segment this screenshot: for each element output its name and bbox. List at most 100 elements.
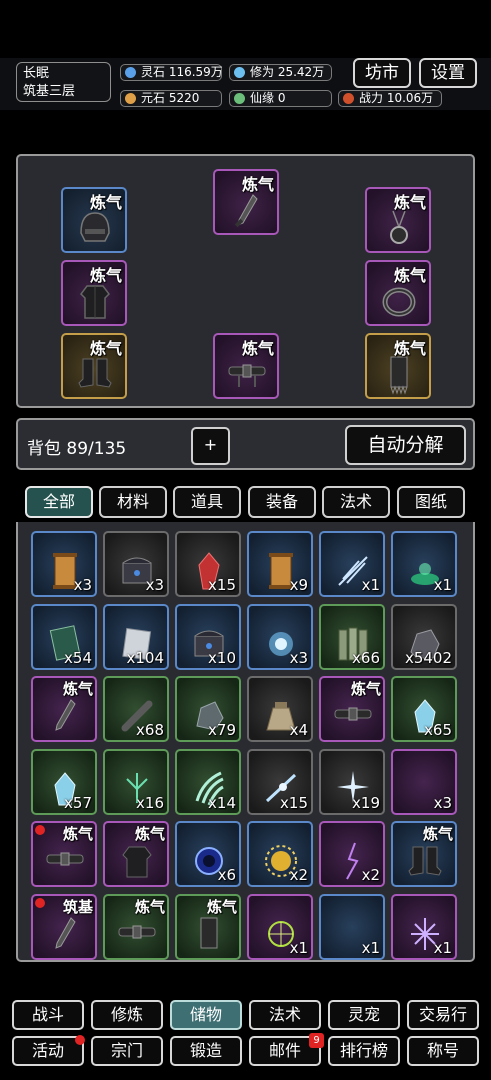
- nav-sect-button[interactable]: 宗门: [91, 1036, 163, 1066]
- nav-label: 宗门: [110, 1041, 143, 1060]
- nav-rankings-button[interactable]: 排行榜: [328, 1036, 400, 1066]
- inventory-item[interactable]: 炼气: [103, 821, 169, 887]
- auto-decompose-button[interactable]: 自动分解: [345, 425, 466, 465]
- inventory-item[interactable]: x3: [391, 748, 457, 815]
- inventory-item[interactable]: x3: [103, 531, 169, 597]
- nav-battle-button[interactable]: 战斗: [12, 1000, 84, 1030]
- inventory-item[interactable]: x2: [247, 821, 313, 887]
- inventory-item[interactable]: 炼气: [103, 893, 169, 960]
- nav-label: 交易行: [418, 1005, 467, 1024]
- inventory-item[interactable]: 筑基: [31, 893, 97, 960]
- expand-bag-button[interactable]: +: [191, 427, 230, 465]
- belt-icon: [46, 852, 84, 866]
- equip-slot-boots[interactable]: 炼气: [61, 333, 127, 399]
- boots-icon: [408, 846, 442, 876]
- nav-events-button[interactable]: 活动: [12, 1035, 85, 1066]
- inventory-item[interactable]: x66: [319, 603, 385, 670]
- inventory-item[interactable]: x65: [391, 676, 457, 742]
- inventory-item[interactable]: x68: [103, 676, 169, 742]
- cultivation-icon: [234, 67, 245, 78]
- inventory-item[interactable]: x1: [247, 893, 313, 960]
- inventory-item[interactable]: x4: [247, 676, 313, 742]
- inventory-item[interactable]: x14: [175, 748, 241, 815]
- inventory-item[interactable]: x6: [175, 821, 241, 887]
- zhanli-stat: 战力 10.06万: [338, 90, 442, 107]
- xianyuan-stat: 仙缘 0: [229, 90, 332, 107]
- item-count: x65: [424, 721, 452, 739]
- tab-blueprints[interactable]: 图纸: [397, 486, 465, 518]
- inventory-item[interactable]: x2: [319, 821, 385, 887]
- inventory-item[interactable]: x1: [391, 531, 457, 597]
- tab-equipment[interactable]: 装备: [248, 486, 316, 518]
- item-count: x57: [64, 793, 92, 812]
- equip-slot-amulet[interactable]: 炼气: [365, 187, 431, 253]
- equip-slot-armor[interactable]: 炼气: [61, 260, 127, 326]
- inventory-item[interactable]: x79: [175, 676, 241, 742]
- nav-label: 活动: [31, 1041, 64, 1060]
- item-count: x19: [352, 793, 380, 812]
- item-count: x104: [126, 648, 164, 667]
- inventory-item[interactable]: x104: [103, 603, 169, 670]
- inventory-item[interactable]: x1: [391, 893, 457, 960]
- nav-mail-button[interactable]: 邮件 9: [249, 1033, 324, 1066]
- nav-trade-button[interactable]: 交易行: [407, 1000, 479, 1030]
- tab-spells[interactable]: 法术: [322, 486, 390, 518]
- equip-tier-tag: 炼气: [241, 175, 274, 194]
- mail-count-badge: 9: [309, 1033, 324, 1048]
- item-count: x1: [289, 938, 308, 957]
- origin-stone-icon: [125, 93, 136, 104]
- inventory-item[interactable]: 炼气: [319, 676, 385, 742]
- inventory-item[interactable]: x5402: [391, 603, 457, 670]
- inventory-item[interactable]: x16: [103, 748, 169, 815]
- inventory-item[interactable]: x3: [247, 603, 313, 670]
- tab-props[interactable]: 道具: [173, 486, 241, 518]
- inventory-item[interactable]: 炼气: [391, 821, 457, 887]
- item-tier-tag: 炼气: [134, 825, 165, 843]
- nav-cultivate-button[interactable]: 修炼: [91, 1000, 163, 1030]
- equip-tier-tag: 炼气: [393, 339, 426, 358]
- player-info[interactable]: 长眠 筑基三层: [16, 62, 111, 102]
- inventory-item[interactable]: x3: [31, 531, 97, 597]
- new-item-dot: [35, 825, 45, 835]
- item-tier-tag: 炼气: [134, 897, 165, 916]
- inventory-item[interactable]: x15: [175, 531, 241, 597]
- inventory-item[interactable]: x19: [319, 748, 385, 815]
- tab-all[interactable]: 全部: [25, 486, 93, 518]
- item-tier-tag: 炼气: [422, 825, 453, 843]
- nav-storage-button[interactable]: 储物: [170, 1000, 242, 1030]
- item-count: x10: [208, 648, 236, 667]
- item-count: x2: [361, 866, 380, 884]
- item-count: x14: [208, 793, 236, 812]
- nav-label: 战斗: [31, 1005, 64, 1024]
- tab-materials[interactable]: 材料: [99, 486, 167, 518]
- inventory-item[interactable]: 炼气: [31, 676, 97, 742]
- inventory-item[interactable]: x1: [319, 893, 385, 960]
- yuanshi-value: 元石 5220: [141, 91, 200, 105]
- inventory-item[interactable]: 炼气: [31, 821, 97, 887]
- equip-slot-helmet[interactable]: 炼气: [61, 187, 127, 253]
- inventory-item[interactable]: x1: [319, 531, 385, 597]
- xianyuan-value: 仙缘 0: [250, 91, 286, 105]
- combat-power-icon: [343, 93, 354, 104]
- equip-slot-talisman[interactable]: 炼气: [365, 333, 431, 399]
- settings-button[interactable]: 设置: [419, 58, 477, 88]
- inventory-item[interactable]: x15: [247, 748, 313, 815]
- market-button[interactable]: 坊市: [353, 58, 411, 88]
- equip-tier-tag: 炼气: [89, 339, 122, 358]
- item-tier-tag: 筑基: [62, 897, 93, 916]
- talisman-icon: [200, 917, 218, 948]
- inventory-item[interactable]: 炼气: [175, 893, 241, 960]
- nav-forge-button[interactable]: 锻造: [170, 1036, 242, 1066]
- inventory-item[interactable]: x57: [31, 748, 97, 815]
- yuanshi-stat: 元石 5220: [120, 90, 222, 107]
- nav-spells-button[interactable]: 法术: [249, 1000, 321, 1030]
- equip-slot-weapon[interactable]: 炼气: [213, 169, 279, 235]
- equip-slot-ring[interactable]: 炼气: [365, 260, 431, 326]
- inventory-item[interactable]: x9: [247, 531, 313, 597]
- nav-titles-button[interactable]: 称号: [407, 1036, 479, 1066]
- equip-slot-belt[interactable]: 炼气: [213, 333, 279, 399]
- nav-pets-button[interactable]: 灵宠: [328, 1000, 400, 1030]
- inventory-item[interactable]: x10: [175, 603, 241, 670]
- item-count: x3: [289, 648, 308, 667]
- inventory-item[interactable]: x54: [31, 603, 97, 670]
